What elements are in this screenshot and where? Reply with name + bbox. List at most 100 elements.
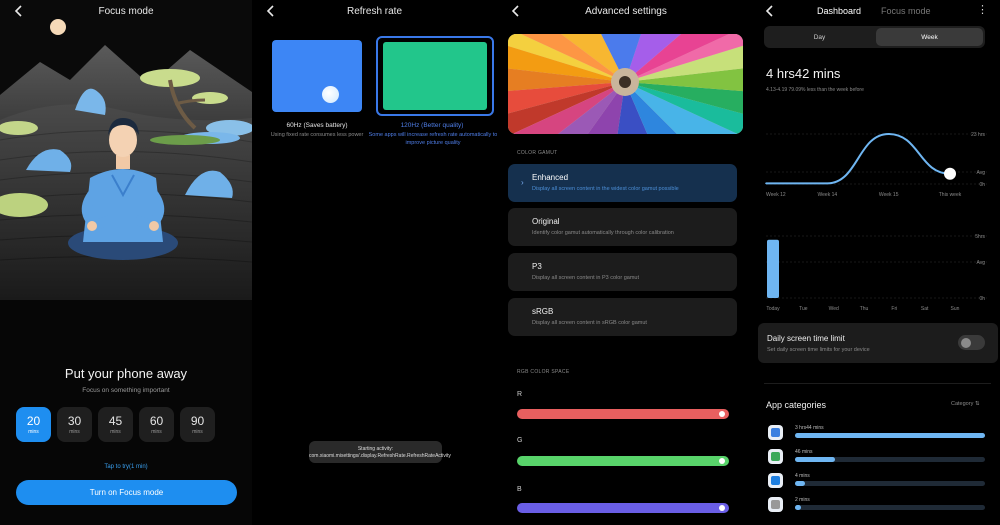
advanced-topbar: Advanced settings <box>497 0 755 24</box>
more-icon[interactable]: ⋮ <box>977 3 988 16</box>
daily-limit-toggle[interactable] <box>958 335 985 350</box>
gamut-desc: Display all screen content in the widest… <box>532 186 679 192</box>
gamut-desc: Display all screen content in P3 color g… <box>532 275 639 281</box>
timer-value: 45 <box>108 413 123 428</box>
dashboard-screen: Dashboard Focus mode ⋮ Day Week 4 hrs42 … <box>755 0 1000 525</box>
refresh-rate-screen: Refresh rate 60Hz (Saves battery) Using … <box>252 0 497 525</box>
line-point <box>887 133 890 135</box>
timer-unit: mins <box>192 428 203 435</box>
bar-x-label: Sat <box>921 306 929 312</box>
usage-bar <box>767 239 779 298</box>
refresh-preview-120hz <box>383 42 487 110</box>
tab-dashboard[interactable]: Dashboard <box>817 6 861 16</box>
timer-option-30[interactable]: 30 mins <box>57 407 92 442</box>
refresh-option-120hz[interactable] <box>376 36 494 116</box>
activity-toast: Starting activity: com.xiaomi.misettings… <box>309 441 451 463</box>
app-icon-glyph <box>771 500 780 509</box>
bar-y-label: 5hrs <box>975 234 985 240</box>
app-icon <box>768 497 783 512</box>
back-button[interactable] <box>763 4 777 18</box>
gamut-option-enhanced[interactable]: › Enhanced Display all screen content in… <box>508 164 737 202</box>
timer-unit: mins <box>28 428 39 435</box>
try-link[interactable]: Tap to try(1 min) <box>0 464 252 470</box>
app-usage-bar <box>795 481 805 486</box>
refresh-label-60hz: 60Hz (Saves battery) <box>286 122 348 129</box>
bar-x-label: Wed <box>829 306 839 312</box>
page-title: Refresh rate <box>346 6 403 17</box>
gamut-option-p3[interactable]: P3 Display all screen content in P3 colo… <box>508 253 737 291</box>
app-icon-glyph <box>771 452 780 461</box>
timer-option-90[interactable]: 90 mins <box>180 407 215 442</box>
timer-value: 60 <box>149 413 164 428</box>
red-slider[interactable] <box>517 409 729 419</box>
line-point-current <box>944 167 956 180</box>
timer-unit: mins <box>110 428 121 435</box>
app-usage-bar <box>795 505 801 510</box>
line-y-label: 23 hrs <box>971 132 985 138</box>
bar-x-label: Thu <box>860 306 869 312</box>
app-usage-bar <box>795 457 835 462</box>
app-usage-time: 3 hrs44 mins <box>795 425 824 431</box>
rgb-color-space-label: RGB COLOR SPACE <box>517 369 570 375</box>
daily-limit-card[interactable]: Daily screen time limit Set daily screen… <box>758 323 998 363</box>
slider-knob[interactable] <box>719 411 725 417</box>
focus-topbar: Focus mode <box>0 0 252 24</box>
turn-on-focus-button[interactable]: Turn on Focus mode <box>16 480 237 505</box>
slider-knob[interactable] <box>719 505 725 511</box>
segment-day[interactable]: Day <box>766 28 873 46</box>
timer-unit: mins <box>151 428 162 435</box>
app-category-row[interactable]: 46 mins <box>768 449 986 469</box>
channel-label-b: B <box>517 486 522 493</box>
gamut-desc: Display all screen content in sRGB color… <box>532 320 647 326</box>
timer-value: 30 <box>67 413 82 428</box>
app-icon-glyph <box>771 476 780 485</box>
refresh-desc-120hz: Some apps will increase refresh rate aut… <box>368 132 497 146</box>
refresh-desc-60hz: Using fixed rate consumes less power <box>270 132 364 138</box>
app-icon <box>768 425 783 440</box>
app-categories-title: App categories <box>766 400 827 410</box>
color-gamut-label: COLOR GAMUT <box>517 150 558 156</box>
green-slider[interactable] <box>517 456 729 466</box>
bar-x-label: Fri <box>891 306 897 312</box>
toggle-knob <box>961 337 971 348</box>
timer-option-45[interactable]: 45 mins <box>98 407 133 442</box>
timer-option-60[interactable]: 60 mins <box>139 407 174 442</box>
gamut-option-srgb[interactable]: sRGB Display all screen content in sRGB … <box>508 298 737 336</box>
focus-mode-screen: Focus mode Put your phone away Focus on … <box>0 0 252 525</box>
gamut-option-original[interactable]: Original Identify color gamut automatica… <box>508 208 737 246</box>
line-x-label: Week 12 <box>766 192 786 198</box>
color-pencils-image <box>508 34 743 134</box>
meditation-illustration <box>0 0 252 300</box>
timer-options: 20 mins 30 mins 45 mins 60 mins 90 mins <box>16 407 215 442</box>
gamut-desc: Identify color gamut automatically throu… <box>532 230 674 236</box>
gamut-name: Enhanced <box>532 173 569 182</box>
slider-knob[interactable] <box>719 458 725 464</box>
bar-y-label: 0h <box>979 296 985 302</box>
total-screen-time-comparison: 4.13-4.19 79.09% less than the week befo… <box>766 87 864 93</box>
refresh-option-60hz[interactable] <box>272 40 362 112</box>
timer-value: 90 <box>190 413 205 428</box>
category-sort-button[interactable]: Category ⇅ <box>951 401 979 407</box>
daily-limit-subtitle: Set daily screen time limits for your de… <box>767 347 870 353</box>
bar-x-label: Tue <box>799 306 808 312</box>
blue-slider[interactable] <box>517 503 729 513</box>
segment-week[interactable]: Week <box>876 28 983 46</box>
app-category-row[interactable]: 2 mins <box>768 497 986 517</box>
line-x-label: Week 15 <box>879 192 899 198</box>
page-title: Advanced settings <box>585 6 667 17</box>
app-usage-time: 2 mins <box>795 497 810 503</box>
timer-option-20[interactable]: 20 mins <box>16 407 51 442</box>
app-usage-track <box>795 481 985 486</box>
app-icon-glyph <box>771 428 780 437</box>
refresh-label-120hz: 120Hz (Better quality) <box>400 122 464 129</box>
usage-line-series <box>766 132 951 185</box>
line-point <box>765 182 767 185</box>
app-category-row[interactable]: 3 hrs44 mins <box>768 425 986 445</box>
app-usage-track <box>795 457 985 462</box>
tab-focus-mode[interactable]: Focus mode <box>881 6 931 16</box>
divider <box>764 383 991 384</box>
app-category-row[interactable]: 4 mins <box>768 473 986 493</box>
gamut-name: sRGB <box>532 307 554 316</box>
channel-label-r: R <box>517 391 523 398</box>
refresh-topbar: Refresh rate <box>252 0 497 24</box>
